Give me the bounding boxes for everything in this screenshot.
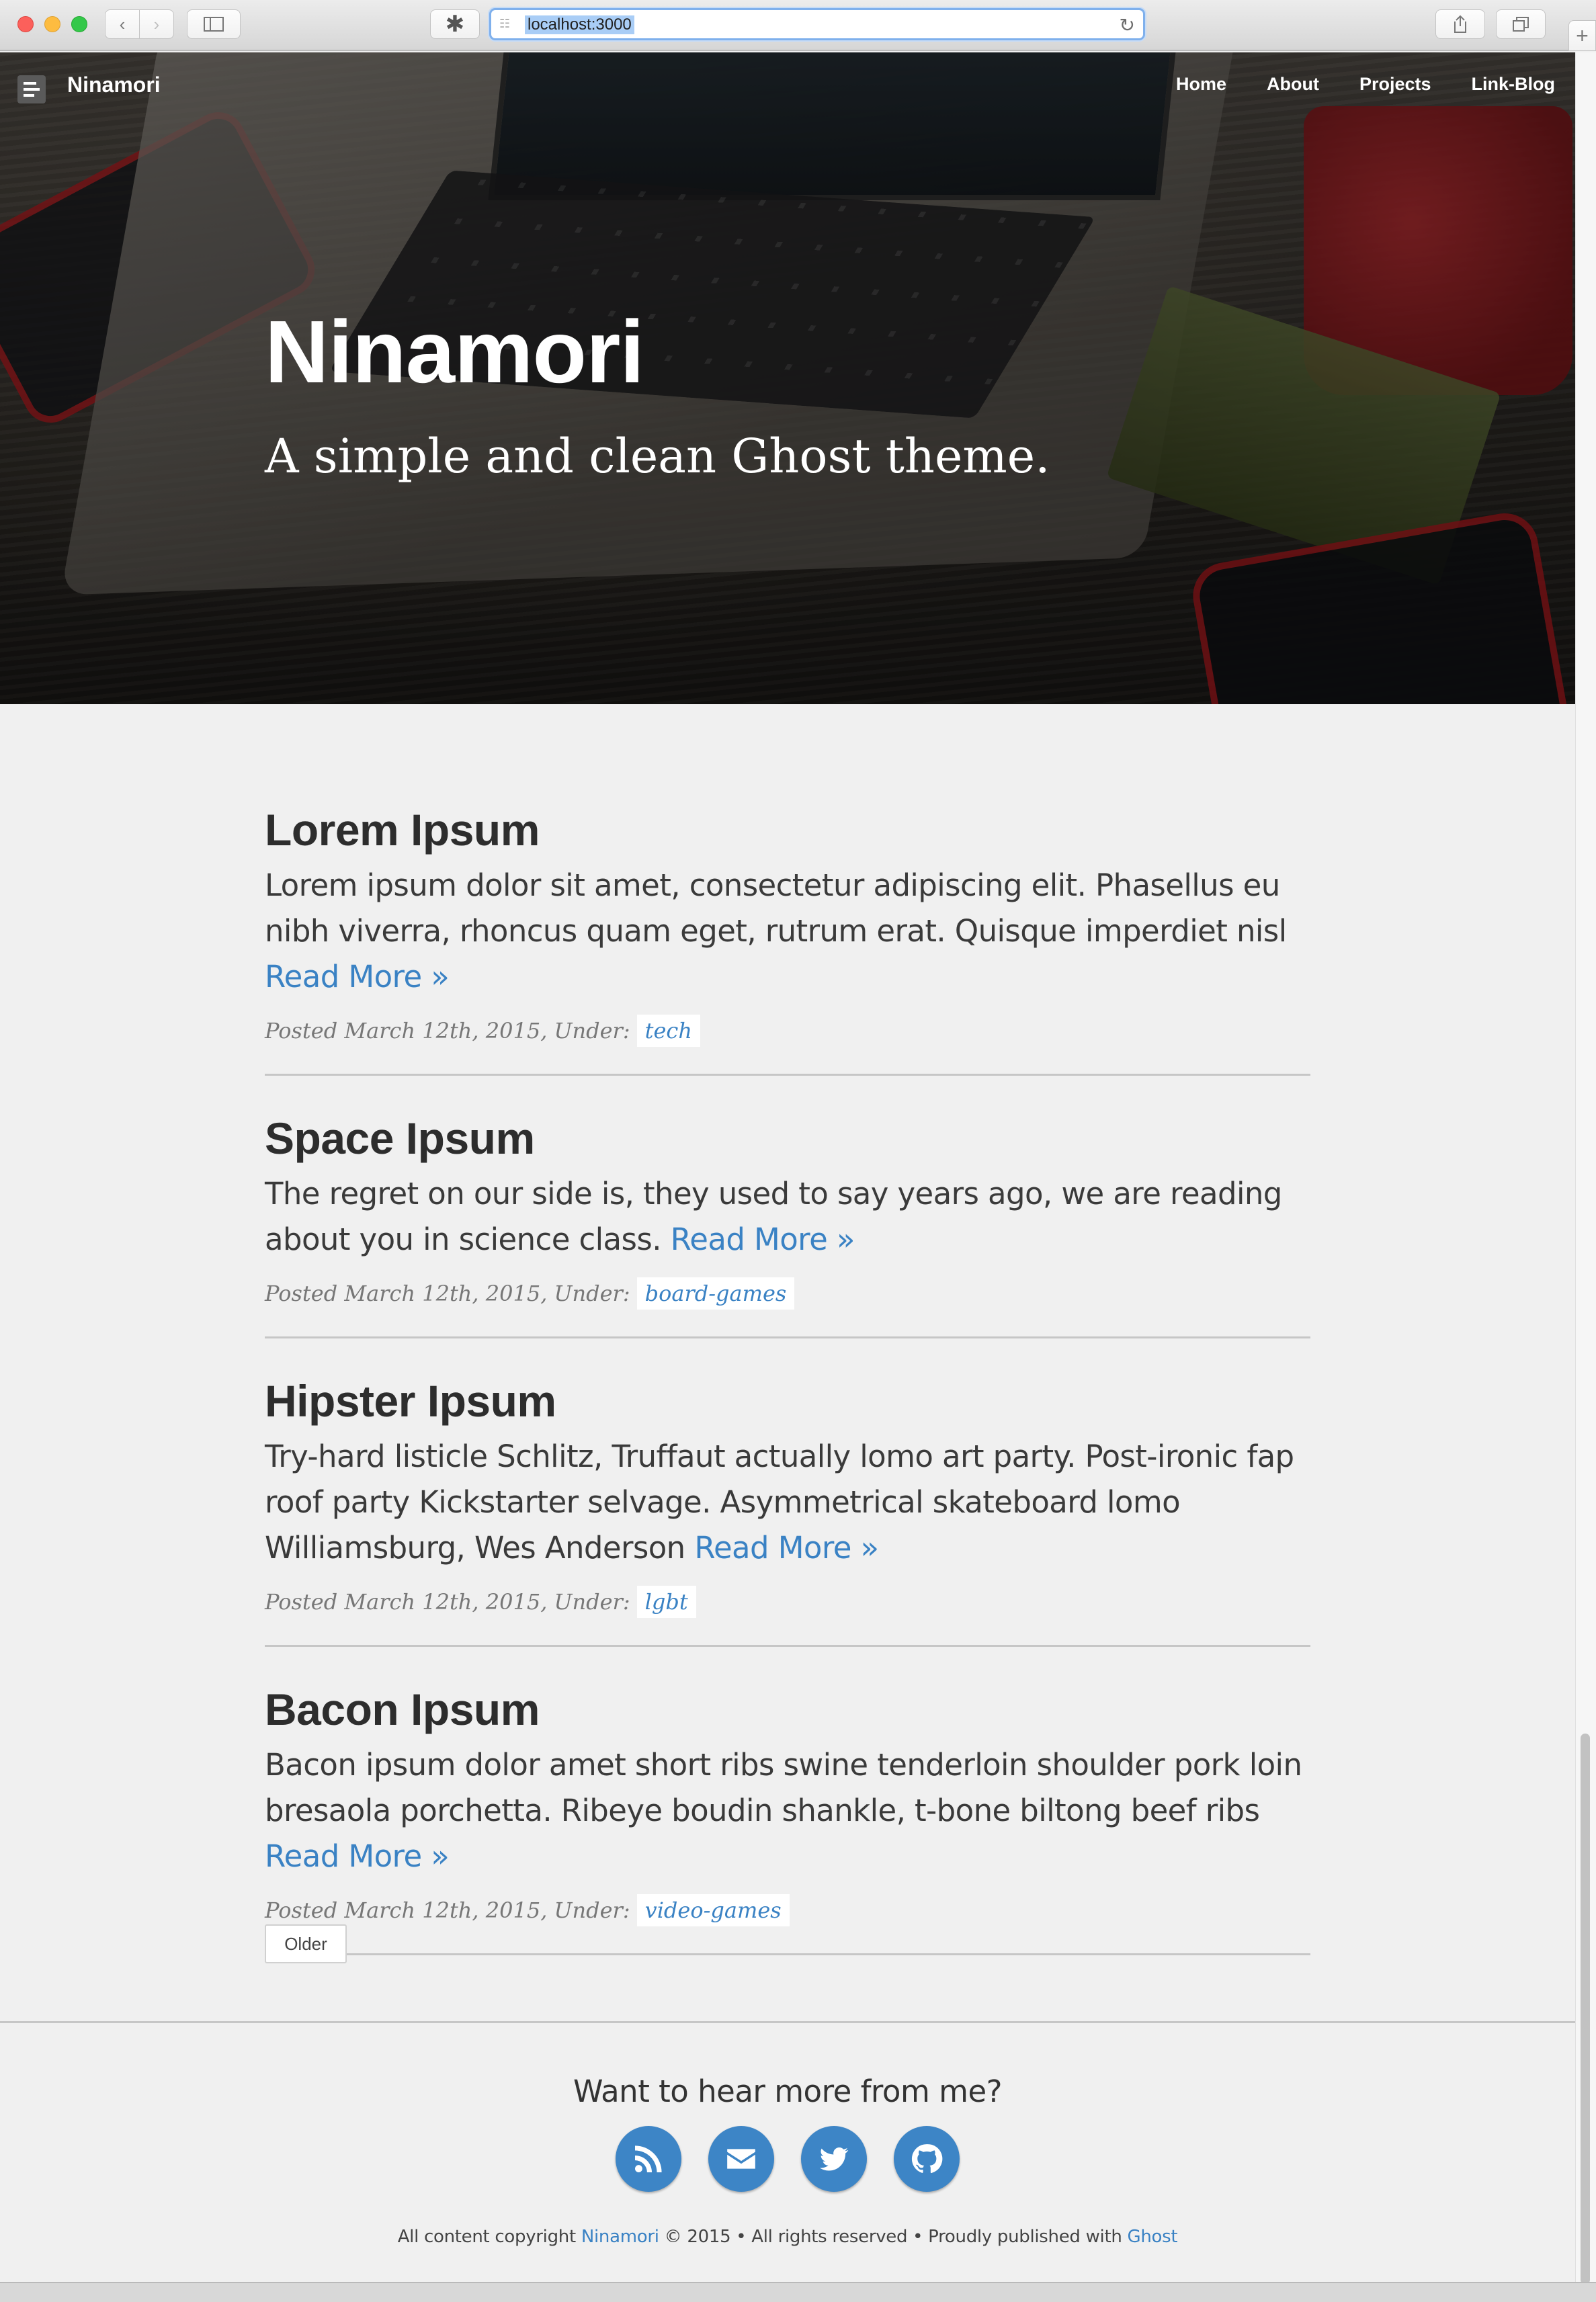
post-excerpt: The regret on our side is, they used to … (265, 1171, 1310, 1263)
sidebar-icon (204, 17, 224, 32)
show-tabs-button[interactable] (1496, 9, 1546, 39)
hero-title: Ninamori (265, 302, 644, 401)
back-button[interactable]: ‹ (105, 9, 140, 39)
post-excerpt: Try-hard listicle Schlitz, Truffaut actu… (265, 1434, 1310, 1571)
hero-tagline: A simple and clean Ghost theme. (265, 429, 1050, 484)
extension-icon: ✱ (445, 11, 465, 37)
menu-icon[interactable] (17, 75, 46, 103)
post-excerpt-text: Lorem ipsum dolor sit amet, consectetur … (265, 867, 1287, 949)
new-tab-button[interactable]: + (1568, 20, 1596, 51)
back-icon: ‹ (119, 13, 126, 34)
post-list: Lorem Ipsum Lorem ipsum dolor sit amet, … (265, 800, 1310, 1955)
ghost-link[interactable]: Ghost (1128, 2227, 1178, 2247)
minimize-window-button[interactable] (44, 16, 60, 32)
github-button[interactable] (894, 2126, 960, 2192)
tabs-icon (1513, 17, 1529, 32)
close-window-button[interactable] (17, 16, 34, 32)
new-tab-icon: + (1576, 23, 1589, 48)
post-item: Lorem Ipsum Lorem ipsum dolor sit amet, … (265, 800, 1310, 1076)
post-tag[interactable]: video-games (636, 1894, 790, 1926)
nav-links: Home About Projects Link-Blog (1136, 74, 1555, 95)
hero-overlay (0, 52, 1575, 704)
sidebar-toggle-button[interactable] (187, 9, 241, 39)
copyright-prefix: All content copyright (397, 2227, 577, 2247)
nav-about[interactable]: About (1267, 74, 1319, 95)
post-title[interactable]: Space Ipsum (265, 1108, 1310, 1168)
forward-button[interactable]: › (139, 9, 174, 39)
rss-icon (635, 2145, 662, 2172)
social-links (0, 2126, 1575, 2192)
read-more-link[interactable]: Read More » (671, 1222, 855, 1257)
hero-banner: Ninamori Home About Projects Link-Blog N… (0, 52, 1575, 704)
post-meta: Posted March 12th, 2015, Under: board-gam… (265, 1277, 1310, 1310)
read-more-link[interactable]: Read More » (265, 959, 450, 994)
footer-divider (0, 2021, 1575, 2023)
post-tag[interactable]: tech (636, 1015, 700, 1047)
site-brand[interactable]: Ninamori (67, 73, 161, 97)
nav-home[interactable]: Home (1176, 74, 1226, 95)
zoom-window-button[interactable] (71, 16, 87, 32)
browser-toolbar: ‹ › ✱ ☷ localhost:3000 ↻ + (0, 0, 1596, 51)
window-bottom-edge (0, 2282, 1596, 2302)
nav-projects[interactable]: Projects (1359, 74, 1431, 95)
post-item: Hipster Ipsum Try-hard listicle Schlitz,… (265, 1338, 1310, 1647)
post-tag[interactable]: board-games (636, 1277, 795, 1310)
email-button[interactable] (708, 2126, 774, 2192)
post-title[interactable]: Bacon Ipsum (265, 1679, 1310, 1740)
twitter-button[interactable] (801, 2126, 867, 2192)
post-excerpt: Lorem ipsum dolor sit amet, consectetur … (265, 863, 1310, 1000)
extension-button[interactable]: ✱ (430, 9, 480, 39)
post-title[interactable]: Hipster Ipsum (265, 1371, 1310, 1431)
post-date: Posted March 12th, 2015, Under: (265, 1589, 630, 1615)
read-more-link[interactable]: Read More » (265, 1838, 450, 1874)
address-bar[interactable]: ☷ localhost:3000 ↻ (489, 8, 1145, 40)
site-settings-icon: ☷ (499, 17, 511, 30)
copyright: All content copyright Ninamori © 2015 • … (0, 2227, 1575, 2247)
email-icon (727, 2149, 755, 2169)
github-icon (911, 2144, 943, 2174)
post-item: Space Ipsum The regret on our side is, t… (265, 1076, 1310, 1338)
post-tag[interactable]: lgbt (636, 1586, 696, 1618)
post-date: Posted March 12th, 2015, Under: (265, 1898, 630, 1923)
scrollbar-thumb[interactable] (1581, 1734, 1590, 2285)
post-date: Posted March 12th, 2015, Under: (265, 1018, 630, 1043)
copyright-site-link[interactable]: Ninamori (581, 2227, 659, 2247)
post-item: Bacon Ipsum Bacon ipsum dolor amet short… (265, 1647, 1310, 1955)
post-excerpt-text: Bacon ipsum dolor amet short ribs swine … (265, 1747, 1302, 1828)
reload-icon[interactable]: ↻ (1120, 14, 1135, 36)
rss-button[interactable] (616, 2126, 681, 2192)
post-title[interactable]: Lorem Ipsum (265, 800, 1310, 860)
read-more-link[interactable]: Read More » (694, 1530, 879, 1566)
post-excerpt: Bacon ipsum dolor amet short ribs swine … (265, 1742, 1310, 1879)
nav-link-blog[interactable]: Link-Blog (1472, 74, 1555, 95)
footer-cta: Want to hear more from me? (573, 2074, 1003, 2109)
share-button[interactable] (1435, 9, 1485, 39)
older-posts-button[interactable]: Older (265, 1924, 347, 1963)
post-date: Posted March 12th, 2015, Under: (265, 1281, 630, 1306)
post-meta: Posted March 12th, 2015, Under: lgbt (265, 1586, 1310, 1618)
twitter-icon (819, 2147, 849, 2171)
post-meta: Posted March 12th, 2015, Under: video-gam… (265, 1894, 1310, 1926)
url-text[interactable]: localhost:3000 (525, 15, 634, 34)
site-navbar: Ninamori Home About Projects Link-Blog (0, 52, 1575, 120)
forward-icon: › (153, 13, 160, 34)
post-meta: Posted March 12th, 2015, Under: tech (265, 1015, 1310, 1047)
copyright-middle: © 2015 • All rights reserved • Proudly p… (664, 2227, 1122, 2247)
share-icon (1454, 15, 1466, 33)
